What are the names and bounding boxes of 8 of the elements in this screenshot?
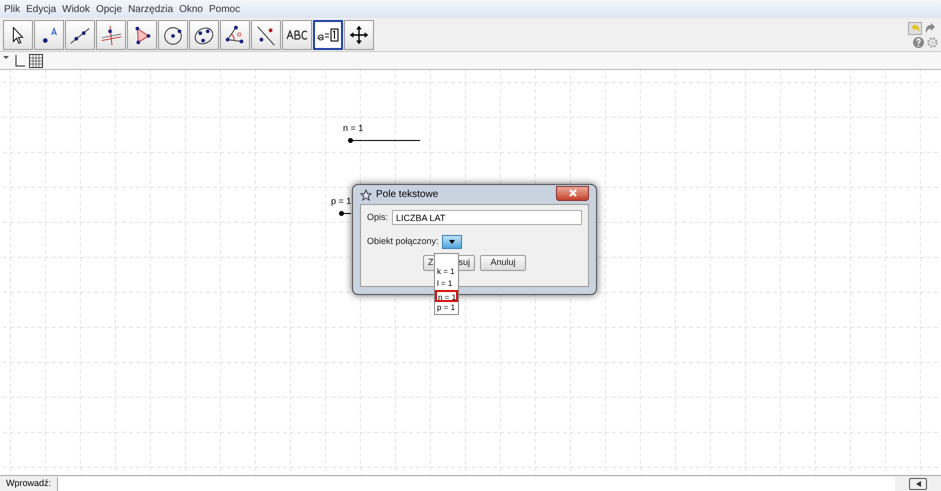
apply-button-text: suj <box>458 256 470 270</box>
slider-label: n = 1 <box>343 123 364 134</box>
input-label: Wprowadź: <box>5 476 52 490</box>
slider-label: p = 1 <box>331 196 352 207</box>
caption-label: Opis: <box>367 210 388 224</box>
linked-object-label: Obiekt połączony: <box>367 235 439 248</box>
dialog-title: Pole tekstowe <box>376 188 438 202</box>
apply-button-text: Z <box>428 256 434 270</box>
